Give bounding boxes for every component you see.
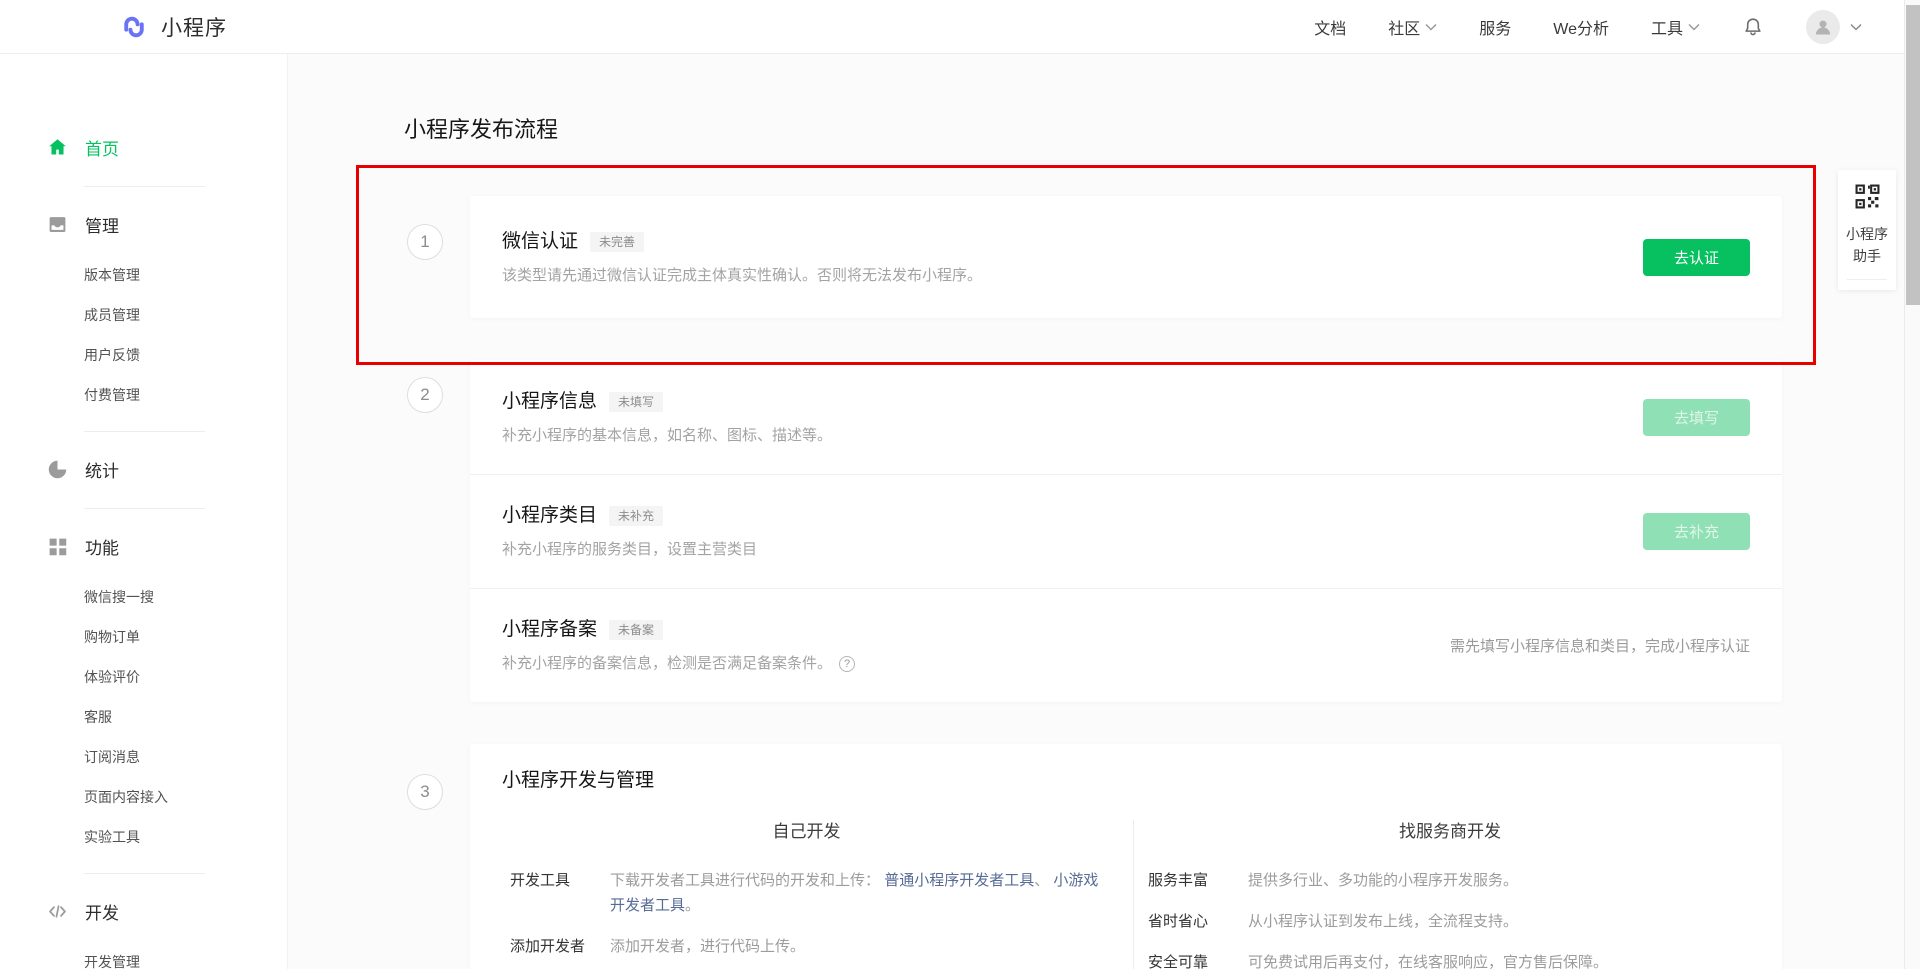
add-developer-row: 添加开发者 添加开发者，进行代码上传。 — [510, 934, 1103, 959]
sidebar-sublist-development: 开发管理 — [0, 942, 287, 969]
miniprogram-console-page: 小程序 文档 社区 服务 We分析 工具 — [0, 0, 1920, 969]
nav-tools[interactable]: 工具 — [1651, 15, 1700, 39]
self-develop-column: 自己开发 开发工具 下载开发者工具进行代码的开发和上传： 普通小程序开发者工具、… — [470, 820, 1133, 969]
divider — [1847, 279, 1887, 280]
sidebar: 首页 管理 版本管理 成员管理 用户反馈 付费管理 统计 — [0, 54, 287, 969]
sidebar-item-payment-management[interactable]: 付费管理 — [0, 375, 287, 415]
go-fill-info-button[interactable]: 去填写 — [1643, 399, 1750, 436]
go-verify-button[interactable]: 去认证 — [1643, 239, 1750, 276]
page-scrollbar[interactable] — [1904, 0, 1920, 969]
step-number-2: 2 — [407, 377, 443, 413]
home-icon — [47, 137, 68, 158]
icp-precondition-note: 需先填写小程序信息和类目，完成小程序认证 — [1450, 635, 1750, 656]
nav-services[interactable]: 服务 — [1479, 15, 1511, 39]
sidebar-item-statistics[interactable]: 统计 — [0, 446, 287, 492]
status-badge: 未补充 — [609, 506, 663, 526]
pie-chart-icon — [47, 459, 68, 480]
sidebar-item-shopping-orders[interactable]: 购物订单 — [0, 617, 287, 657]
chevron-down-icon — [1688, 18, 1700, 36]
miniprogram-icp-row: 小程序备案 未备案 补充小程序的备案信息，检测是否满足备案条件。 ? 需先填写小… — [470, 588, 1782, 702]
logo-text: 小程序 — [161, 12, 227, 42]
sidebar-item-experience-review[interactable]: 体验评价 — [0, 657, 287, 697]
code-icon — [47, 901, 68, 922]
sidebar-item-customer-service[interactable]: 客服 — [0, 697, 287, 737]
category-title: 小程序类目 — [502, 503, 597, 529]
grid-icon — [47, 536, 68, 557]
icp-title: 小程序备案 — [502, 617, 597, 643]
miniprogram-logo-icon — [120, 13, 148, 41]
divider — [84, 186, 205, 187]
divider — [84, 508, 205, 509]
assistant-label-line2: 助手 — [1838, 245, 1896, 267]
divider — [84, 431, 205, 432]
main-content: 小程序发布流程 1 2 3 微信认证 未完善 该类型请先通过微信认证完成主体真实… — [287, 54, 1920, 969]
page-title: 小程序发布流程 — [404, 114, 558, 146]
sidebar-item-member-management[interactable]: 成员管理 — [0, 295, 287, 335]
sidebar-item-page-content-access[interactable]: 页面内容接入 — [0, 777, 287, 817]
step1-wechat-verification-card: 微信认证 未完善 该类型请先通过微信认证完成主体真实性确认。否则将无法发布小程序… — [470, 196, 1782, 318]
miniprogram-category-row: 小程序类目 未补充 补充小程序的服务类目，设置主营类目 去补充 — [470, 474, 1782, 588]
icp-description: 补充小程序的备案信息，检测是否满足备案条件。 ? — [502, 654, 1450, 674]
standard-devtools-link[interactable]: 普通小程序开发者工具 — [884, 872, 1034, 889]
top-header: 小程序 文档 社区 服务 We分析 工具 — [0, 0, 1920, 54]
sidebar-sublist-features: 微信搜一搜 购物订单 体验评价 客服 订阅消息 页面内容接入 实验工具 — [0, 577, 287, 857]
chevron-down-icon — [1850, 18, 1862, 36]
sidebar-item-wechat-search[interactable]: 微信搜一搜 — [0, 577, 287, 617]
rich-services-row: 服务丰富 提供多行业、多功能的小程序开发服务。 — [1148, 868, 1752, 893]
step2-setup-card: 小程序信息 未填写 补充小程序的基本信息，如名称、图标、描述等。 去填写 小程序… — [470, 360, 1782, 702]
qr-code-icon — [1855, 196, 1880, 213]
step-number-1: 1 — [407, 224, 443, 260]
self-develop-header: 自己开发 — [510, 820, 1103, 844]
miniprogram-logo[interactable]: 小程序 — [120, 12, 227, 42]
dev-tools-row: 开发工具 下载开发者工具进行代码的开发和上传： 普通小程序开发者工具、 小游戏开… — [510, 868, 1103, 918]
go-add-category-button[interactable]: 去补充 — [1643, 513, 1750, 550]
notification-bell-icon[interactable] — [1742, 16, 1764, 38]
status-badge: 未填写 — [609, 392, 663, 412]
nav-we-analytics[interactable]: We分析 — [1553, 15, 1609, 39]
avatar — [1806, 10, 1840, 44]
scrollbar-thumb[interactable] — [1906, 5, 1920, 305]
step3-title: 小程序开发与管理 — [502, 768, 1750, 794]
miniprogram-assistant-widget[interactable]: 小程序 助手 — [1838, 170, 1896, 290]
nav-docs[interactable]: 文档 — [1314, 15, 1346, 39]
sidebar-item-experimental-tools[interactable]: 实验工具 — [0, 817, 287, 857]
sidebar-item-subscribe-messages[interactable]: 订阅消息 — [0, 737, 287, 777]
nav-community[interactable]: 社区 — [1388, 15, 1437, 39]
top-nav: 文档 社区 服务 We分析 工具 — [1314, 10, 1920, 44]
step-number-3: 3 — [407, 774, 443, 810]
sidebar-item-dev-management[interactable]: 开发管理 — [0, 942, 287, 969]
sidebar-item-features[interactable]: 功能 — [0, 523, 287, 569]
sidebar-item-version-management[interactable]: 版本管理 — [0, 255, 287, 295]
status-badge: 未备案 — [609, 620, 663, 640]
help-icon[interactable]: ? — [839, 656, 855, 672]
status-badge: 未完善 — [590, 232, 644, 252]
time-saving-row: 省时省心 从小程序认证到发布上线，全流程支持。 — [1148, 909, 1752, 934]
service-provider-column: 找服务商开发 服务丰富 提供多行业、多功能的小程序开发服务。 省时省心 从小程序… — [1133, 820, 1782, 969]
sidebar-sublist-management: 版本管理 成员管理 用户反馈 付费管理 — [0, 255, 287, 415]
sidebar-item-home[interactable]: 首页 — [0, 124, 287, 170]
assistant-label-line1: 小程序 — [1838, 223, 1896, 245]
divider — [84, 873, 205, 874]
info-description: 补充小程序的基本信息，如名称、图标、描述等。 — [502, 426, 1643, 446]
add-developer-label: 添加开发者 — [510, 934, 610, 959]
sidebar-item-management[interactable]: 管理 — [0, 201, 287, 247]
info-title: 小程序信息 — [502, 389, 597, 415]
miniprogram-info-row: 小程序信息 未填写 补充小程序的基本信息，如名称、图标、描述等。 去填写 — [470, 360, 1782, 474]
step1-title: 微信认证 — [502, 229, 578, 255]
dev-tools-label: 开发工具 — [510, 868, 610, 918]
chevron-down-icon — [1425, 18, 1437, 36]
step1-description: 该类型请先通过微信认证完成主体真实性确认。否则将无法发布小程序。 — [502, 266, 1643, 286]
sidebar-item-development[interactable]: 开发 — [0, 888, 287, 934]
account-menu[interactable] — [1806, 10, 1862, 44]
safe-reliable-row: 安全可靠 可免费试用后再支付，在线客服响应，官方售后保障。 — [1148, 950, 1752, 969]
category-description: 补充小程序的服务类目，设置主营类目 — [502, 540, 1643, 560]
step3-development-card: 小程序开发与管理 自己开发 开发工具 下载开发者工具进行代码的开发和上传： 普通… — [470, 744, 1782, 969]
service-provider-header: 找服务商开发 — [1148, 820, 1752, 844]
sidebar-item-user-feedback[interactable]: 用户反馈 — [0, 335, 287, 375]
inbox-icon — [47, 214, 68, 235]
